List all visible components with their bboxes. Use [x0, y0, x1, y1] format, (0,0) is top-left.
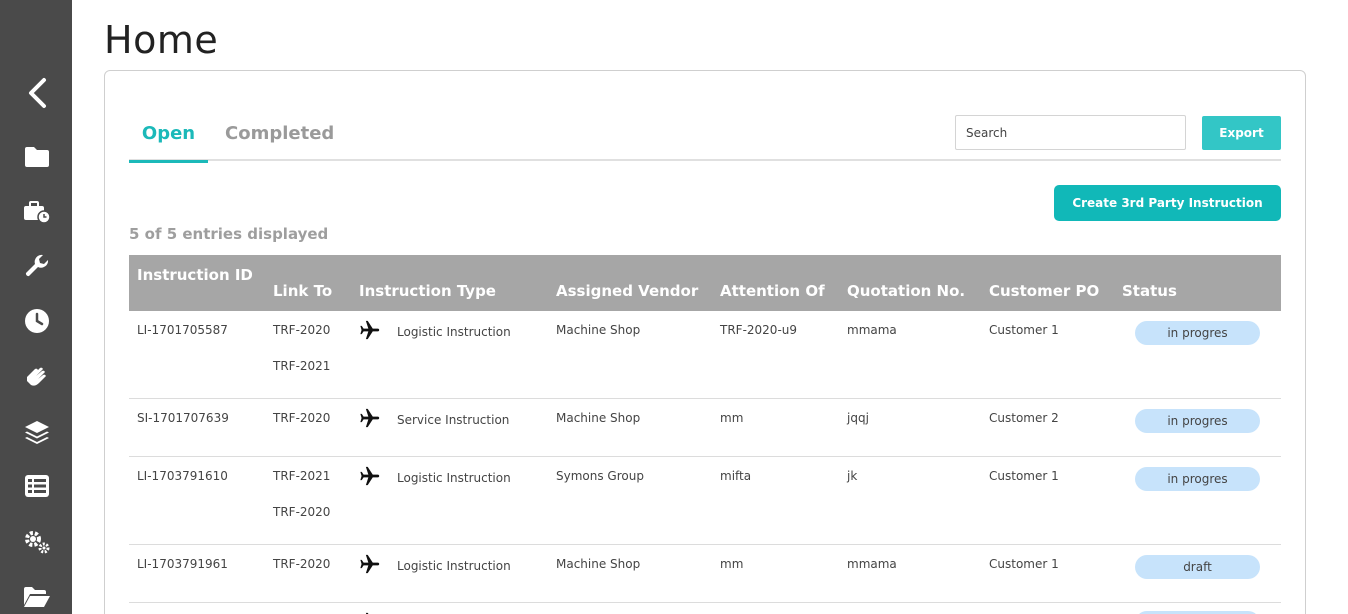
status-badge: in progres — [1135, 321, 1260, 345]
link-to[interactable]: TRF-2021 — [273, 359, 330, 373]
link-to[interactable]: TRF-2020 — [273, 411, 330, 425]
attention-of: mm — [720, 557, 744, 571]
header-customer-po[interactable]: Customer PO — [989, 282, 1099, 300]
header-assigned-vendor[interactable]: Assigned Vendor — [556, 282, 698, 300]
table-header: Instruction ID Link To Instruction Type … — [129, 255, 1281, 311]
link-to[interactable]: TRF-2021 — [273, 469, 330, 483]
instructions-table: Instruction ID Link To Instruction Type … — [129, 255, 1281, 614]
link-to[interactable]: TRF-2020 — [273, 323, 330, 337]
quotation-no: jqqj — [847, 411, 869, 425]
create-3rd-party-instruction-button[interactable]: Create 3rd Party Instruction — [1054, 185, 1281, 221]
briefcase-clock-icon[interactable] — [20, 195, 54, 229]
instruction-type: Logistic Instruction — [397, 559, 511, 573]
airplane-icon — [359, 319, 381, 345]
assigned-vendor: Machine Shop — [556, 323, 641, 337]
table-row[interactable] — [129, 603, 1281, 614]
quotation-no: mmama — [847, 557, 897, 571]
customer-po: Customer 1 — [989, 557, 1059, 571]
quotation-no: jk — [847, 469, 858, 483]
header-attention-of[interactable]: Attention Of — [720, 282, 825, 300]
status-badge: in progres — [1135, 467, 1260, 491]
instruction-id: LI-1701705587 — [137, 323, 228, 337]
tab-completed[interactable]: Completed — [225, 123, 334, 154]
link-to[interactable]: TRF-2020 — [273, 505, 330, 519]
customer-po: Customer 1 — [989, 469, 1059, 483]
instruction-type: Logistic Instruction — [397, 325, 511, 339]
header-quotation-no[interactable]: Quotation No. — [847, 282, 965, 300]
export-button[interactable]: Export — [1202, 116, 1281, 150]
back-chevron-icon[interactable] — [20, 76, 54, 110]
search-input[interactable] — [955, 115, 1186, 150]
table-row[interactable]: LI-1701705587 TRF-2020 TRF-2021 Logistic… — [129, 311, 1281, 399]
customer-po: Customer 2 — [989, 411, 1059, 425]
assigned-vendor: Symons Group — [556, 469, 644, 483]
page-title: Home — [104, 18, 219, 62]
layers-icon[interactable] — [20, 415, 54, 449]
customer-po: Customer 1 — [989, 323, 1059, 337]
instruction-id: LI-1703791610 — [137, 469, 228, 483]
attention-of: mm — [720, 411, 744, 425]
tab-open[interactable]: Open — [129, 123, 208, 163]
folder-icon[interactable] — [20, 140, 54, 174]
instruction-id: SI-1701707639 — [137, 411, 229, 425]
status-badge: in progres — [1135, 409, 1260, 433]
airplane-icon — [359, 407, 381, 433]
instruction-type: Service Instruction — [397, 413, 510, 427]
table-list-icon[interactable] — [20, 469, 54, 503]
header-link-to[interactable]: Link To — [273, 282, 332, 300]
assigned-vendor: Machine Shop — [556, 411, 641, 425]
quotation-no: mmama — [847, 323, 897, 337]
header-instruction-type[interactable]: Instruction Type — [359, 282, 496, 300]
header-status[interactable]: Status — [1122, 282, 1177, 300]
attention-of: TRF-2020-u9 — [720, 323, 798, 337]
gears-icon[interactable] — [20, 525, 54, 559]
airplane-icon — [359, 465, 381, 491]
header-instruction-id[interactable]: Instruction ID — [137, 266, 253, 284]
sidebar — [0, 0, 72, 614]
hands-icon[interactable] — [20, 360, 54, 394]
instruction-type: Logistic Instruction — [397, 471, 511, 485]
wrench-icon[interactable] — [20, 250, 54, 284]
clock-icon[interactable] — [20, 304, 54, 338]
instructions-card: Open Completed Export Create 3rd Party I… — [104, 70, 1306, 614]
table-row[interactable]: LI-1703791610 TRF-2021 TRF-2020 Logistic… — [129, 457, 1281, 545]
folder-open-icon[interactable] — [20, 580, 54, 614]
table-row[interactable]: SI-1701707639 TRF-2020 Service Instructi… — [129, 399, 1281, 457]
airplane-icon — [359, 553, 381, 579]
entries-count: 5 of 5 entries displayed — [129, 225, 329, 243]
link-to[interactable]: TRF-2020 — [273, 557, 330, 571]
status-badge: draft — [1135, 555, 1260, 579]
table-row[interactable]: LI-1703791961 TRF-2020 Logistic Instruct… — [129, 545, 1281, 603]
attention-of: mifta — [720, 469, 752, 483]
assigned-vendor: Machine Shop — [556, 557, 641, 571]
instruction-id: LI-1703791961 — [137, 557, 228, 571]
